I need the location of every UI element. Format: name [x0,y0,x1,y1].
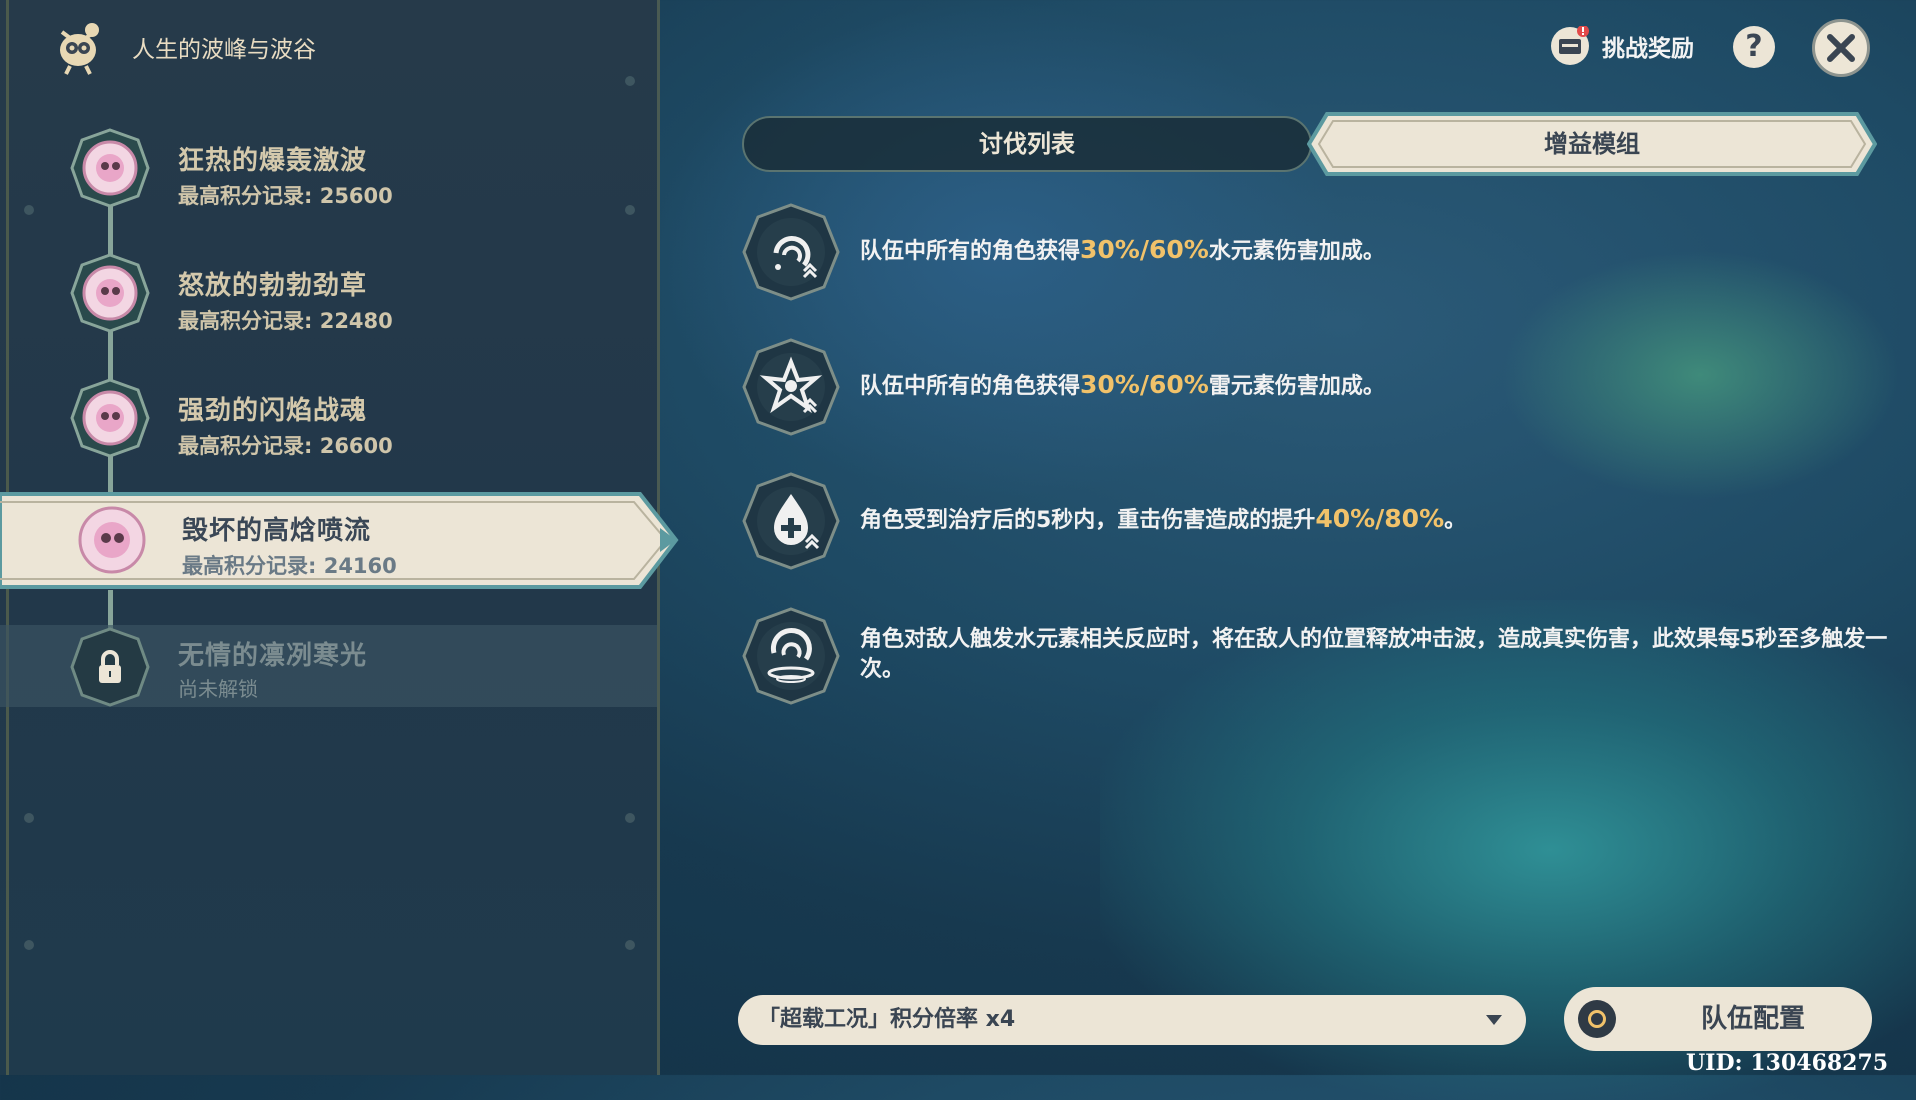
electro-icon [742,338,840,436]
stage-name: 毁坏的高焓喷流 [182,516,372,546]
stage-item[interactable]: 怒放的勃勃劲草 最高积分记录: 22480 [0,243,660,348]
tab-buff-modules-label: 增益模组 [1544,130,1640,158]
stage-name: 强劲的闪焰战魂 [178,396,368,426]
stage-score: 最高积分记录: 25600 [178,184,393,208]
hydro-wave-icon [742,203,840,301]
tab-buff-modules[interactable]: 增益模组 [1307,110,1877,178]
stage-list-panel: 人生的波峰与波谷 狂热的爆轰激波 最高积分记录: 25600 怒放的勃勃劲草 最… [0,0,679,1075]
team-setup-label: 队伍配置 [1700,1004,1805,1034]
stage-status: 尚未解锁 [178,677,258,701]
stage-item-selected[interactable]: 毁坏的高焓喷流 最高积分记录: 24160 [0,488,690,593]
confirm-ring-icon [1578,1000,1616,1038]
stage-score: 最高积分记录: 26600 [178,434,393,458]
stage-item[interactable]: 狂热的爆轰激波 最高积分记录: 25600 [0,118,660,223]
paimon-icon [60,23,99,75]
challenge-reward-button[interactable]: 挑战奖励 [1550,25,1694,66]
stage-connector [108,590,113,630]
stage-name: 怒放的勃勃劲草 [178,271,368,301]
help-button[interactable]: ? [1733,26,1775,68]
tab-bar: 讨伐列表 增益模组 [742,112,1877,176]
chevron-down-icon [1486,1015,1502,1025]
stage-score: 最高积分记录: 22480 [178,309,393,333]
close-icon [1827,34,1855,62]
tab-challenge-list[interactable]: 讨伐列表 [742,116,1312,172]
close-button[interactable] [1812,19,1870,77]
stage-score: 最高积分记录: 24160 [182,554,397,578]
stage-name: 无情的凛冽寒光 [178,641,368,671]
lock-icon [70,627,150,707]
buff-value: 30%/60% [1080,370,1209,399]
buff-value: 40%/80% [1315,504,1445,533]
buff-description: 队伍中所有的角色获得30%/60%雷元素伤害加成。 [860,370,1385,399]
stage-medal-icon [70,253,150,333]
stage-medal-icon [70,128,150,208]
healing-drop-icon [742,472,840,570]
stage-medal-icon [70,378,150,458]
score-multiplier-label: 「超载工况」积分倍率 x4 [758,1007,1016,1032]
buff-value: 30%/60% [1080,235,1209,264]
stage-medal-icon [78,506,146,574]
event-header: 人生的波峰与波谷 [50,18,316,76]
stage-item[interactable]: 强劲的闪焰战魂 最高积分记录: 26600 [0,368,660,473]
score-multiplier-dropdown[interactable]: 「超载工况」积分倍率 x4 [738,995,1526,1045]
buff-description: 队伍中所有的角色获得30%/60%水元素伤害加成。 [860,235,1385,264]
challenge-reward-label: 挑战奖励 [1602,36,1694,62]
team-setup-button[interactable]: 队伍配置 [1564,987,1872,1051]
buff-description: 角色受到治疗后的5秒内，重击伤害造成的提升40%/80%。 [860,504,1467,533]
event-title: 人生的波峰与波谷 [132,37,316,63]
hydro-shockwave-icon [742,607,840,705]
reward-chest-icon [1550,25,1590,66]
buff-description: 角色对敌人触发水元素相关反应时，将在敌人的位置释放冲击波，造成真实伤害，此效果每… [860,627,1888,682]
stage-name: 狂热的爆轰激波 [178,146,368,176]
uid-text: UID: 130468275 [1686,1050,1889,1076]
stage-item-locked[interactable]: 无情的凛冽寒光 尚未解锁 [0,625,660,730]
